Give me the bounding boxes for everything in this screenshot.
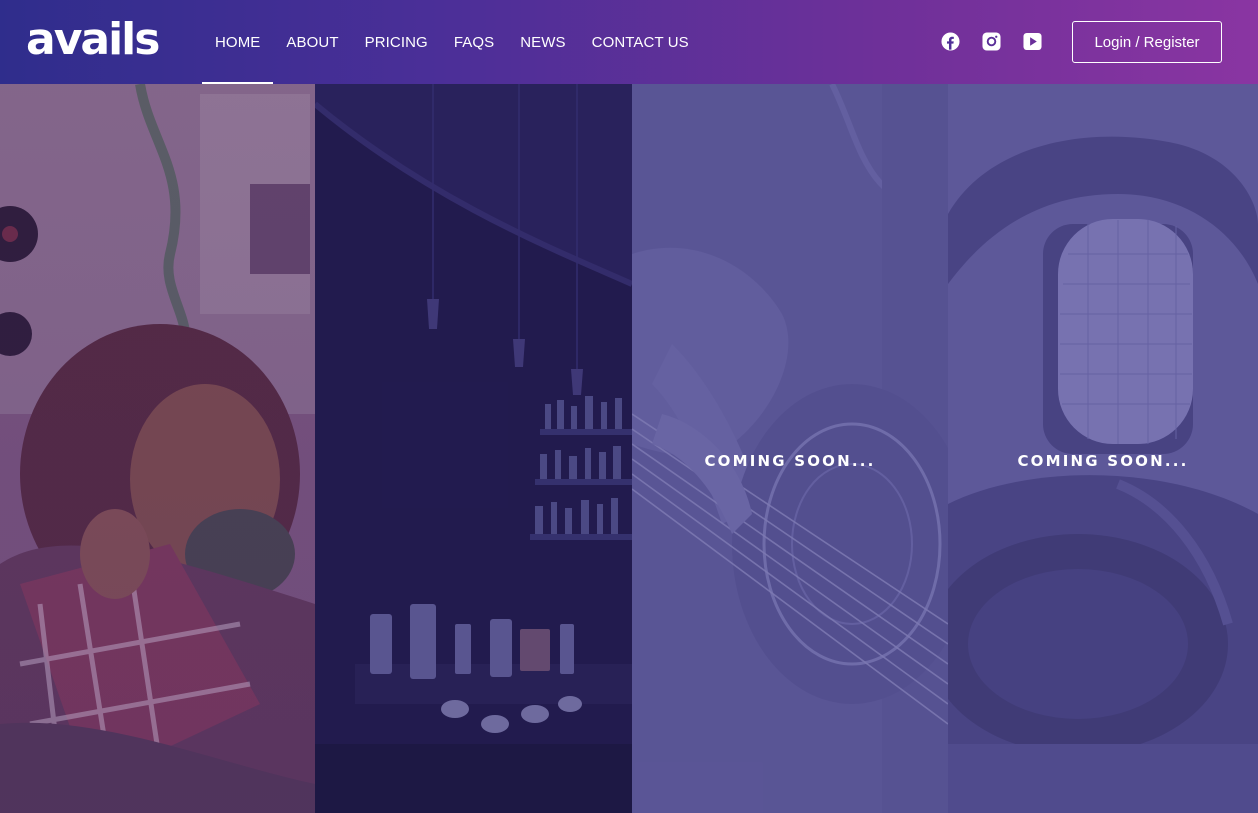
panel-overlay bbox=[315, 84, 632, 813]
nav-news[interactable]: NEWS bbox=[507, 0, 578, 84]
panel-1[interactable] bbox=[0, 84, 315, 813]
instagram-icon[interactable] bbox=[982, 32, 1001, 51]
panel-overlay bbox=[632, 84, 948, 813]
panel-4[interactable]: COMING SOON... bbox=[948, 84, 1258, 813]
avails-logo[interactable]: avails bbox=[26, 14, 160, 66]
panel-overlay bbox=[0, 84, 315, 813]
nav-faqs[interactable]: FAQS bbox=[441, 0, 507, 84]
main-nav: HOME ABOUT PRICING FAQS NEWS CONTACT US bbox=[202, 0, 702, 84]
category-panels: COMING SOON... COMING SOON... bbox=[0, 84, 1258, 813]
facebook-icon[interactable] bbox=[941, 32, 960, 51]
nav-home[interactable]: HOME bbox=[202, 0, 274, 84]
coming-soon-label: COMING SOON... bbox=[704, 452, 876, 470]
login-register-button[interactable]: Login / Register bbox=[1072, 21, 1222, 63]
coming-soon-label: COMING SOON... bbox=[1017, 452, 1189, 470]
nav-about[interactable]: ABOUT bbox=[273, 0, 351, 84]
panel-overlay bbox=[948, 84, 1258, 813]
nav-pricing[interactable]: PRICING bbox=[352, 0, 441, 84]
nav-contact-us[interactable]: CONTACT US bbox=[579, 0, 702, 84]
youtube-icon[interactable] bbox=[1023, 32, 1042, 51]
panel-3[interactable]: COMING SOON... bbox=[632, 84, 948, 813]
panel-2[interactable] bbox=[315, 84, 632, 813]
site-header: avails HOME ABOUT PRICING FAQS NEWS CONT… bbox=[0, 0, 1258, 84]
